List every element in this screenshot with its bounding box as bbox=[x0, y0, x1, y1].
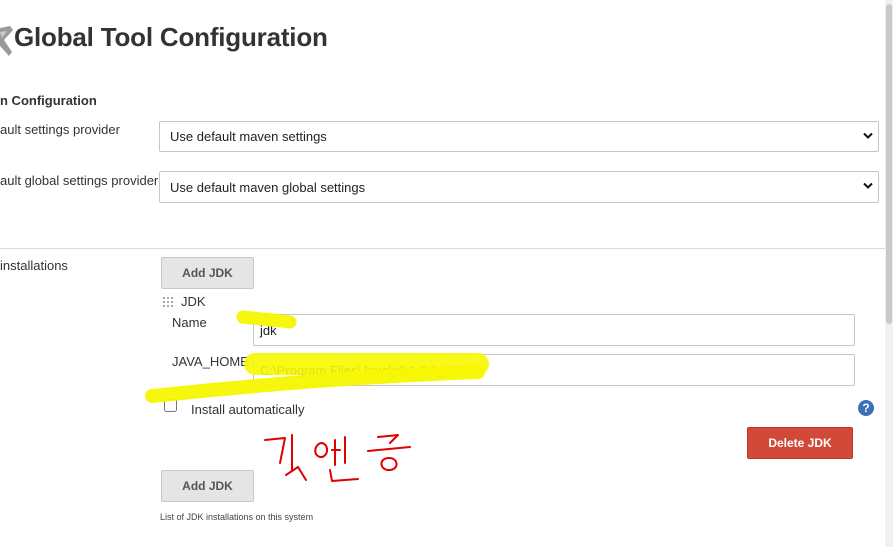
chevron-down-icon bbox=[862, 180, 874, 195]
help-icon[interactable]: ? bbox=[858, 400, 874, 416]
jdk-name-value: jdk bbox=[260, 322, 277, 338]
maven-section-title: n Configuration bbox=[0, 93, 97, 108]
settings-provider-value: Use default maven settings bbox=[170, 129, 327, 144]
install-automatically-label: Install automatically bbox=[191, 402, 305, 417]
jdk-name-input[interactable]: jdk bbox=[253, 314, 855, 346]
wrench-icon bbox=[0, 22, 14, 60]
settings-provider-select[interactable]: Use default maven settings bbox=[159, 121, 879, 152]
install-automatically-checkbox[interactable] bbox=[164, 399, 177, 412]
java-home-input[interactable]: C:\Program Files\Java\jdk1.8.0_241 bbox=[253, 354, 855, 386]
add-jdk-button-bottom[interactable]: Add JDK bbox=[161, 470, 254, 502]
global-settings-provider-label: ault global settings provider bbox=[0, 173, 159, 188]
delete-jdk-button[interactable]: Delete JDK bbox=[747, 427, 853, 459]
global-settings-provider-select[interactable]: Use default maven global settings bbox=[159, 171, 879, 203]
chevron-down-icon bbox=[862, 129, 874, 144]
jdk-block-title: JDK bbox=[181, 294, 206, 309]
java-home-label: JAVA_HOME bbox=[172, 354, 249, 369]
add-jdk-button[interactable]: Add JDK bbox=[161, 257, 254, 289]
highlight-annotation bbox=[145, 310, 489, 403]
settings-provider-label: ault settings provider bbox=[0, 122, 120, 137]
drag-handle-icon[interactable] bbox=[162, 296, 174, 310]
global-settings-provider-value: Use default maven global settings bbox=[170, 179, 366, 195]
jdk-installations-hint: List of JDK installations on this system bbox=[160, 512, 314, 522]
page-title: Global Tool Configuration bbox=[14, 22, 328, 52]
section-divider bbox=[0, 248, 885, 249]
scrollbar-thumb[interactable] bbox=[886, 4, 892, 324]
handwritten-annotation bbox=[264, 434, 411, 482]
java-home-value: C:\Program Files\Java\jdk1.8.0_241 bbox=[260, 362, 467, 378]
jdk-name-label: Name bbox=[172, 315, 207, 330]
jdk-installations-label: installations bbox=[0, 258, 68, 273]
